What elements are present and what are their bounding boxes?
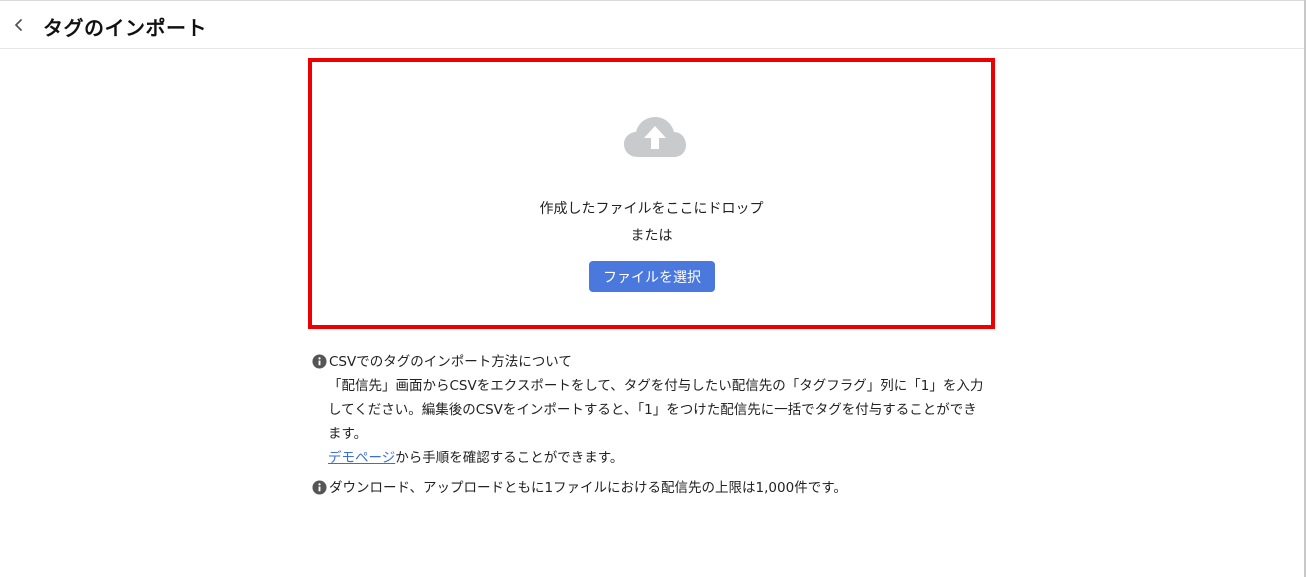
chevron-left-icon (15, 19, 22, 31)
page-header: タグのインポート (0, 1, 1304, 49)
or-label: または (630, 228, 673, 244)
demo-page-link[interactable]: デモページ (328, 450, 395, 466)
demo-line: デモページから手順を確認することができます。 (328, 446, 988, 470)
page-title: タグのインポート (43, 16, 207, 40)
back-button[interactable] (8, 13, 30, 37)
demo-line-suffix: から手順を確認することができます。 (395, 450, 624, 466)
limit-note: ダウンロード、アップロードともに1ファイルにおける配信先の上限は1,000件です… (312, 476, 1002, 500)
drop-instruction: 作成したファイルをここにドロップ (539, 201, 764, 217)
cloud-upload-icon (624, 117, 686, 157)
csv-help-text: 「配信先」画面からCSVをエクスポートをして、タグを付与したい配信先の「タグフラ… (328, 378, 984, 442)
csv-help-heading: CSVでのタグのインポート方法について (312, 350, 1002, 374)
csv-help-title: CSVでのタグのインポート方法について (329, 354, 572, 370)
import-help: CSVでのタグのインポート方法について 「配信先」画面からCSVをエクスポートを… (312, 350, 1002, 500)
info-icon (312, 354, 327, 369)
info-icon (312, 480, 327, 495)
file-dropzone[interactable]: 作成したファイルをここにドロップ または ファイルを選択 (308, 58, 995, 329)
select-file-button[interactable]: ファイルを選択 (589, 261, 715, 292)
limit-text: ダウンロード、アップロードともに1ファイルにおける配信先の上限は1,000件です… (329, 480, 847, 496)
csv-help-body: 「配信先」画面からCSVをエクスポートをして、タグを付与したい配信先の「タグフラ… (312, 374, 988, 470)
